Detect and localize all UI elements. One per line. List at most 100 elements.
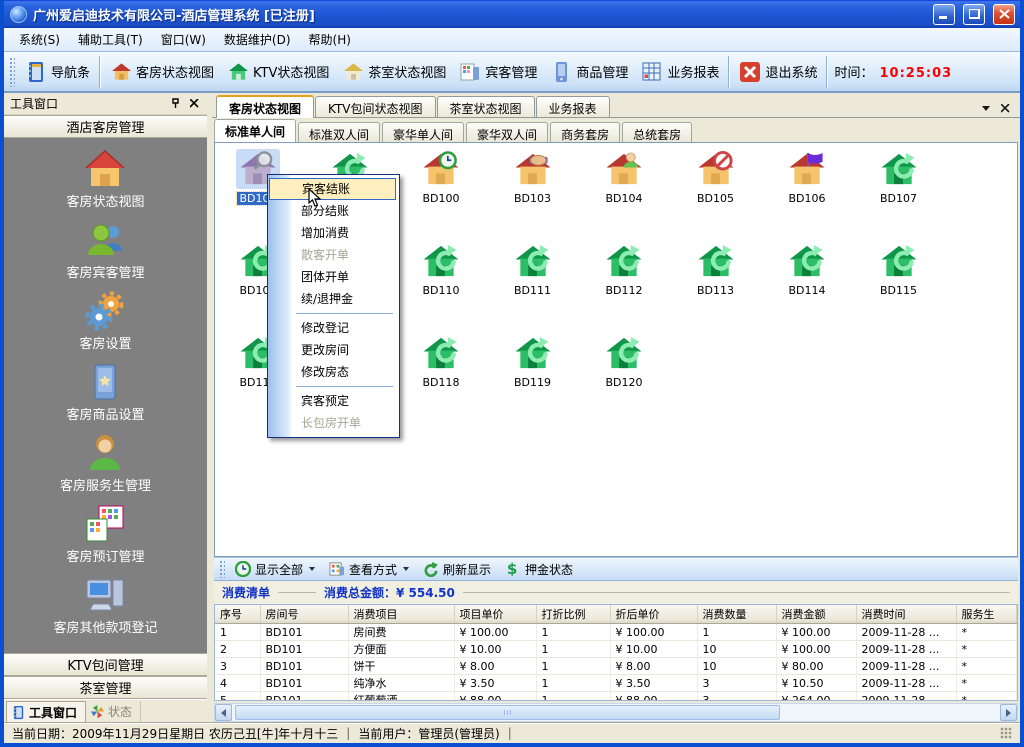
menu-item[interactable]: 辅助工具(T) [69,28,152,51]
action-button[interactable]: 刷新显示 [416,559,498,580]
tab-dropdown-icon[interactable] [982,106,991,112]
table-column-header[interactable]: 房间号 [260,605,348,624]
toolbar-button[interactable]: 商品管理 [543,57,634,87]
toolbar-grip[interactable] [9,57,15,87]
table-column-header[interactable]: 消费数量 [697,605,776,624]
table-column-header[interactable]: 项目单价 [454,605,536,624]
sidebar-section-bar[interactable]: KTV包间管理 [4,653,207,676]
table-column-header[interactable]: 折后单价 [610,605,697,624]
context-menu-item[interactable]: 宾客预定 [268,390,397,412]
sidebar-item[interactable]: 客房其他款项登记 [53,574,157,636]
room-action-toolbar: 显示全部查看方式刷新显示$押金状态 [214,557,1018,581]
room-item[interactable]: BD113 [677,241,755,297]
context-menu-item[interactable]: 更改房间 [268,339,397,361]
document-tab[interactable]: 业务报表 [536,96,610,117]
pin-icon[interactable] [168,97,182,111]
toolbar-button[interactable]: 业务报表 [634,57,725,87]
room-type-tab[interactable]: 豪华单人间 [382,122,464,142]
maximize-button[interactable] [963,4,985,25]
sidebar-section-header[interactable]: 酒店客房管理 [4,115,207,138]
toolbar-button[interactable]: 茶室状态视图 [335,57,452,87]
room-item[interactable]: BD105 [677,149,755,205]
room-item[interactable]: BD114 [768,241,846,297]
action-button[interactable]: $押金状态 [498,559,580,580]
room-type-tab[interactable]: 标准单人间 [214,119,296,142]
room-status-canvas[interactable]: 宾客结账部分结账增加消费散客开单团体开单续/退押金修改登记更改房间修改房态宾客预… [214,142,1018,557]
sidebar-close-icon[interactable] [187,97,201,111]
table-column-header[interactable]: 服务生 [956,605,1017,624]
scroll-thumb[interactable] [235,705,780,720]
actionbar-grip[interactable] [219,560,225,578]
consume-table-head: 序号房间号消费项目项目单价打折比例折后单价消费数量消费金额消费时间服务生 [215,605,1017,624]
room-item[interactable]: BD118 [402,333,480,389]
toolbar-button[interactable]: KTV状态视图 [220,57,335,87]
table-row[interactable]: 3BD101饼干¥ 8.001¥ 8.0010¥ 80.002009-11-28… [215,658,1017,675]
sidebar-item[interactable]: 客房商品设置 [66,361,144,423]
consume-list-label: 消费清单 [222,584,270,601]
sidebar-item[interactable]: 客房服务生管理 [60,432,151,494]
menu-item[interactable]: 数据维护(D) [215,28,300,51]
minimize-button[interactable] [933,4,955,25]
context-menu-item[interactable]: 增加消费 [268,222,397,244]
tab-close-icon[interactable] [1001,104,1010,113]
table-row[interactable]: 5BD101红葡萄酒¥ 88.001¥ 88.003¥ 264.002009-1… [215,692,1017,702]
action-button[interactable]: 查看方式 [322,559,416,580]
tool-window-sidebar: 工具窗口 酒店客房管理 客房状态视图客房宾客管理客房设置客房商品设置客房服务生管… [4,93,207,722]
room-type-tab[interactable]: 标准双人间 [298,122,380,142]
sidebar-item[interactable]: 客房状态视图 [66,148,144,210]
toolbar-button[interactable]: 宾客管理 [452,57,543,87]
resize-grip[interactable] [1000,727,1012,739]
toolbar-button[interactable]: 客房状态视图 [103,57,220,87]
table-column-header[interactable]: 消费项目 [348,605,454,624]
toolbar-button[interactable]: 导航条 [18,57,96,87]
table-row[interactable]: 4BD101纯净水¥ 3.501¥ 3.503¥ 10.502009-11-28… [215,675,1017,692]
guest-manage-icon [458,60,482,84]
sidebar-item[interactable]: 客房预订管理 [66,503,144,565]
table-column-header[interactable]: 消费金额 [776,605,856,624]
room-item[interactable]: BD100 [402,149,480,205]
table-horizontal-scrollbar[interactable] [214,703,1018,722]
sidebar-bottom-tab[interactable]: 状态 [86,701,141,722]
room-type-tab[interactable]: 总统套房 [622,122,692,142]
room-item[interactable]: BD115 [860,241,938,297]
toolbar-button[interactable]: 退出系统 [732,57,823,87]
context-menu-item[interactable]: 修改房态 [268,361,397,383]
document-tab[interactable]: 客房状态视图 [216,95,314,118]
app-icon [10,6,27,23]
room-item[interactable]: BD119 [494,333,572,389]
menu-item[interactable]: 窗口(W) [152,28,215,51]
context-menu-item[interactable]: 团体开单 [268,266,397,288]
document-tab[interactable]: KTV包间状态视图 [315,96,435,117]
document-tab[interactable]: 茶室状态视图 [437,96,535,117]
computer-icon [83,574,127,616]
table-column-header[interactable]: 打折比例 [536,605,610,624]
room-item[interactable]: BD111 [494,241,572,297]
room-type-tab[interactable]: 豪华双人间 [466,122,548,142]
table-column-header[interactable]: 消费时间 [856,605,956,624]
context-menu-item[interactable]: 部分结账 [268,200,397,222]
action-button[interactable]: 显示全部 [228,559,322,580]
context-menu-item[interactable]: 续/退押金 [268,288,397,310]
room-item[interactable]: BD110 [402,241,480,297]
context-menu-item[interactable]: 修改登记 [268,317,397,339]
menu-item[interactable]: 帮助(H) [300,28,360,51]
room-item[interactable]: BD104 [585,149,663,205]
sidebar-item[interactable]: 客房宾客管理 [66,219,144,281]
room-item[interactable]: BD106 [768,149,846,205]
room-item[interactable]: BD107 [860,149,938,205]
table-row[interactable]: 1BD101房间费¥ 100.001¥ 100.001¥ 100.002009-… [215,624,1017,641]
context-menu-item[interactable]: 宾客结账 [269,178,396,200]
close-button[interactable] [993,4,1015,25]
table-row[interactable]: 2BD101方便面¥ 10.001¥ 10.0010¥ 100.002009-1… [215,641,1017,658]
room-item[interactable]: BD112 [585,241,663,297]
room-type-tab[interactable]: 商务套房 [550,122,620,142]
room-item[interactable]: BD120 [585,333,663,389]
table-column-header[interactable]: 序号 [215,605,260,624]
scroll-right-button[interactable] [1000,704,1017,721]
sidebar-item[interactable]: 客房设置 [79,290,131,352]
scroll-left-button[interactable] [215,704,232,721]
menu-item[interactable]: 系统(S) [10,28,69,51]
sidebar-section-bar[interactable]: 茶室管理 [4,676,207,699]
sidebar-bottom-tab[interactable]: 工具窗口 [6,701,86,722]
room-item[interactable]: BD103 [494,149,572,205]
